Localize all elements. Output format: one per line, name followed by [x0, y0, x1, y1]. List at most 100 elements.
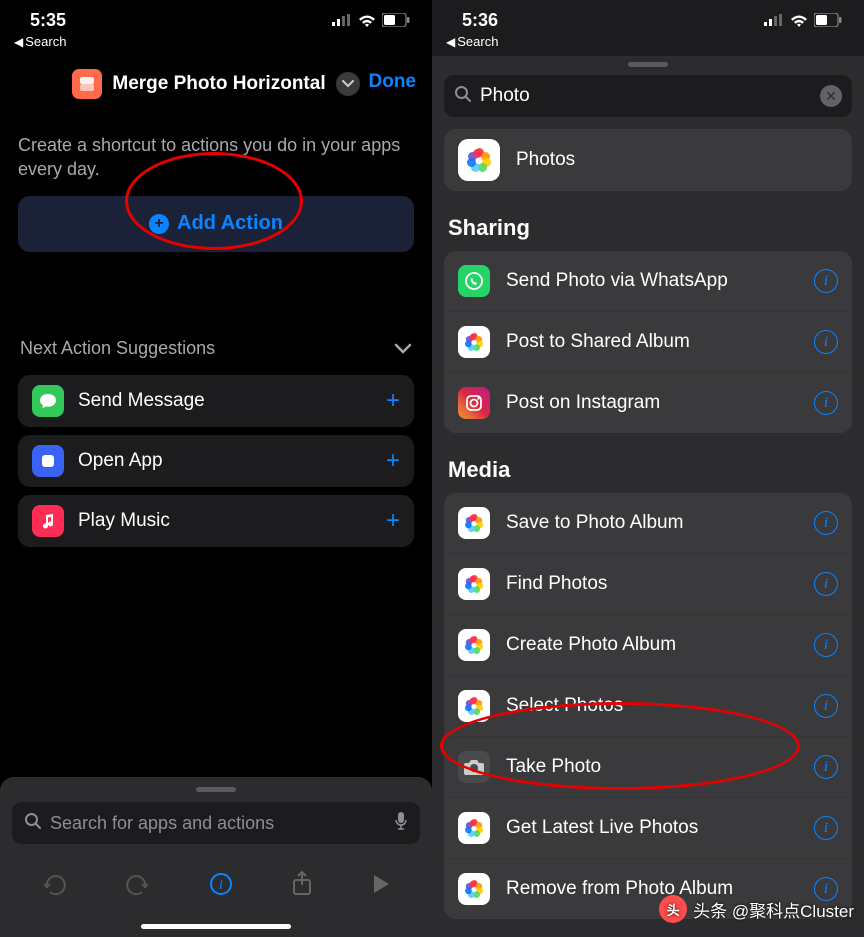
info-button[interactable]: i	[814, 755, 838, 779]
search-input[interactable]	[480, 85, 820, 107]
suggestion-label: Play Music	[78, 510, 386, 532]
app-icon	[32, 445, 64, 477]
bottom-sheet[interactable]: i	[0, 777, 432, 937]
action-send-whatsapp[interactable]: Send Photo via WhatsApp i	[444, 251, 852, 312]
plus-circle-icon: +	[149, 214, 169, 234]
battery-icon	[382, 13, 410, 27]
music-icon	[32, 505, 64, 537]
action-label: Save to Photo Album	[506, 512, 814, 534]
photos-icon	[458, 568, 490, 600]
wifi-icon	[790, 14, 808, 27]
action-label: Post to Shared Album	[506, 331, 814, 353]
suggestion-play-music[interactable]: Play Music +	[18, 495, 414, 547]
chevron-down-icon	[342, 80, 354, 88]
action-post-instagram[interactable]: Post on Instagram i	[444, 373, 852, 433]
sharing-group: Send Photo via WhatsApp i Post to Shared…	[444, 251, 852, 433]
suggestion-label: Open App	[78, 450, 386, 472]
undo-button[interactable]	[41, 873, 67, 901]
photos-app-icon	[458, 139, 500, 181]
add-action-button[interactable]: + Add Action	[18, 196, 414, 252]
suggestion-open-app[interactable]: Open App +	[18, 435, 414, 487]
info-button[interactable]: i	[814, 816, 838, 840]
info-button[interactable]: i	[814, 511, 838, 535]
status-time: 5:36	[462, 10, 498, 31]
chevron-down-icon	[394, 343, 412, 354]
right-screenshot: 5:36 ◀ Search ✕ Photos	[432, 0, 864, 937]
shortcut-app-icon	[72, 69, 102, 99]
app-result-photos[interactable]: Photos	[444, 129, 852, 191]
action-get-latest-live-photos[interactable]: Get Latest Live Photos i	[444, 798, 852, 859]
done-button[interactable]: Done	[369, 71, 417, 93]
back-to-search[interactable]: ◀ Search	[432, 34, 864, 53]
action-label: Find Photos	[506, 573, 814, 595]
suggestions-list: Send Message + Open App + Play Music +	[0, 375, 432, 547]
action-label: Take Photo	[506, 756, 814, 778]
status-bar: 5:36	[432, 0, 864, 34]
back-to-search[interactable]: ◀ Search	[0, 34, 432, 53]
wifi-icon	[358, 14, 376, 27]
watermark-logo-icon: 头	[659, 895, 687, 923]
section-title-media: Media	[432, 433, 864, 493]
action-picker-sheet: ✕ Photos Sharing Send Photo via WhatsApp…	[432, 56, 864, 937]
info-button[interactable]: i	[814, 694, 838, 718]
home-indicator[interactable]	[141, 924, 291, 929]
suggestions-header[interactable]: Next Action Suggestions	[0, 252, 432, 375]
app-result-label: Photos	[516, 149, 838, 171]
mic-icon[interactable]	[394, 811, 408, 836]
cellular-icon	[332, 14, 352, 26]
info-button[interactable]: i	[814, 391, 838, 415]
action-find-photos[interactable]: Find Photos i	[444, 554, 852, 615]
status-icons	[332, 13, 410, 27]
cellular-icon	[764, 14, 784, 26]
message-icon	[32, 385, 64, 417]
action-post-shared-album[interactable]: Post to Shared Album i	[444, 312, 852, 373]
add-icon[interactable]: +	[386, 447, 400, 475]
action-save-photo-album[interactable]: Save to Photo Album i	[444, 493, 852, 554]
info-button[interactable]: i	[814, 633, 838, 657]
clear-search-button[interactable]: ✕	[820, 85, 842, 107]
info-button[interactable]: i	[209, 872, 233, 902]
action-label: Get Latest Live Photos	[506, 817, 814, 839]
search-field[interactable]: ✕	[444, 75, 852, 117]
instagram-icon	[458, 387, 490, 419]
status-bar: 5:35	[0, 0, 432, 34]
shortcut-header: Merge Photo Horizontal Done	[0, 53, 432, 109]
sheet-grabber[interactable]	[196, 787, 236, 792]
search-icon	[24, 812, 42, 835]
photos-icon	[458, 507, 490, 539]
action-label: Create Photo Album	[506, 634, 814, 656]
svg-text:i: i	[219, 878, 223, 893]
photos-icon	[458, 873, 490, 905]
back-chevron-icon: ◀	[446, 35, 455, 49]
left-screenshot: 5:35 ◀ Search Merge Photo Horizontal Don…	[0, 0, 432, 937]
shortcut-options-button[interactable]	[336, 72, 360, 96]
action-label: Select Photos	[506, 695, 814, 717]
suggestion-send-message[interactable]: Send Message +	[18, 375, 414, 427]
shortcut-title: Merge Photo Horizontal	[112, 73, 325, 95]
toolbar: i	[12, 856, 420, 918]
add-icon[interactable]: +	[386, 387, 400, 415]
section-title-sharing: Sharing	[432, 191, 864, 251]
search-input[interactable]	[50, 813, 394, 834]
info-button[interactable]: i	[814, 269, 838, 293]
info-button[interactable]: i	[814, 330, 838, 354]
back-chevron-icon: ◀	[14, 35, 23, 49]
media-group: Save to Photo Album i Find Photos i Crea…	[444, 493, 852, 919]
watermark: 头 头条 @聚科点Cluster	[659, 895, 854, 923]
photos-icon	[458, 690, 490, 722]
add-icon[interactable]: +	[386, 507, 400, 535]
photos-icon	[458, 326, 490, 358]
battery-icon	[814, 13, 842, 27]
action-label: Post on Instagram	[506, 392, 814, 414]
info-button[interactable]: i	[814, 572, 838, 596]
action-create-photo-album[interactable]: Create Photo Album i	[444, 615, 852, 676]
action-select-photos[interactable]: Select Photos i	[444, 676, 852, 737]
play-button[interactable]	[371, 873, 391, 901]
camera-icon	[458, 751, 490, 783]
action-take-photo[interactable]: Take Photo i	[444, 737, 852, 798]
sheet-grabber[interactable]	[628, 62, 668, 67]
search-apps-field[interactable]	[12, 802, 420, 844]
share-button[interactable]	[291, 871, 313, 903]
photos-icon	[458, 629, 490, 661]
redo-button[interactable]	[125, 873, 151, 901]
